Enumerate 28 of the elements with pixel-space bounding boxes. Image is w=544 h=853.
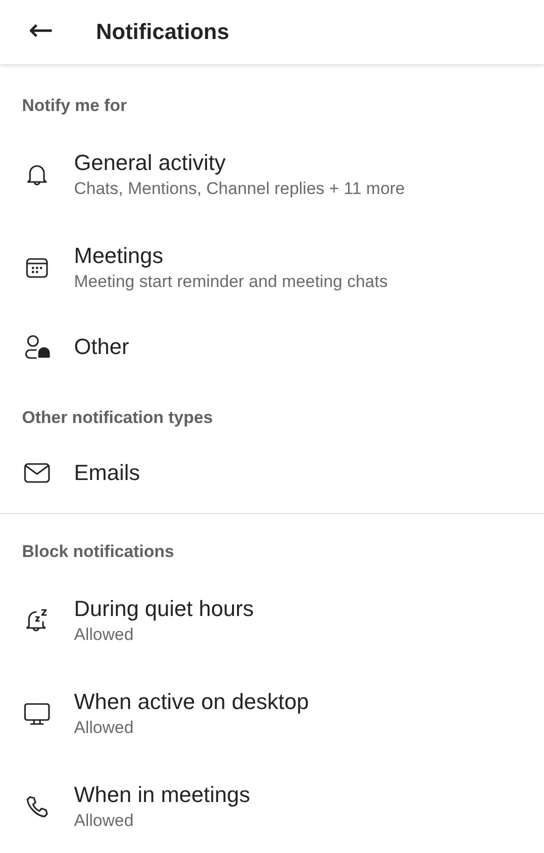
- item-title: Meetings: [74, 242, 164, 270]
- monitor-icon: [23, 700, 51, 726]
- mail-icon: [23, 462, 51, 484]
- settings-item[interactable]: General activity Chats, Mentions, Channel replies + 11 more: [0, 128, 544, 221]
- item-subtitle: Meeting start reminder and meeting chats: [74, 270, 388, 292]
- settings-item[interactable]: When in meetings Allowed: [0, 760, 544, 853]
- item-subtitle: Allowed: [74, 624, 135, 646]
- phone-icon: [24, 794, 50, 820]
- section-heading: Other notification types: [21, 407, 214, 429]
- settings-item[interactable]: When active on desktop Allowed: [0, 667, 544, 760]
- item-title: When active on desktop: [74, 688, 309, 716]
- settings-item[interactable]: During quiet hours Allowed: [0, 574, 544, 667]
- section-heading: Notify me for: [21, 95, 128, 117]
- item-subtitle: Allowed: [74, 716, 135, 738]
- page-title: Notifications: [96, 19, 230, 45]
- item-title: Other: [74, 333, 130, 361]
- settings-item[interactable]: Meetings Meeting start reminder and meeting chats: [0, 221, 544, 314]
- item-title: General activity: [74, 148, 227, 176]
- settings-item[interactable]: Other: [0, 314, 544, 380]
- item-subtitle: Allowed: [74, 810, 135, 832]
- item-title: During quiet hours: [74, 594, 254, 622]
- item-subtitle: Chats, Mentions, Channel replies + 11 more: [74, 178, 405, 200]
- item-title: When in meetings: [74, 780, 250, 808]
- back-button[interactable]: ←: [0, 0, 74, 64]
- person-bell-icon: [23, 334, 51, 360]
- section-heading: Block notifications: [21, 541, 176, 563]
- item-title: Emails: [74, 459, 140, 487]
- settings-item[interactable]: Emails: [0, 440, 544, 506]
